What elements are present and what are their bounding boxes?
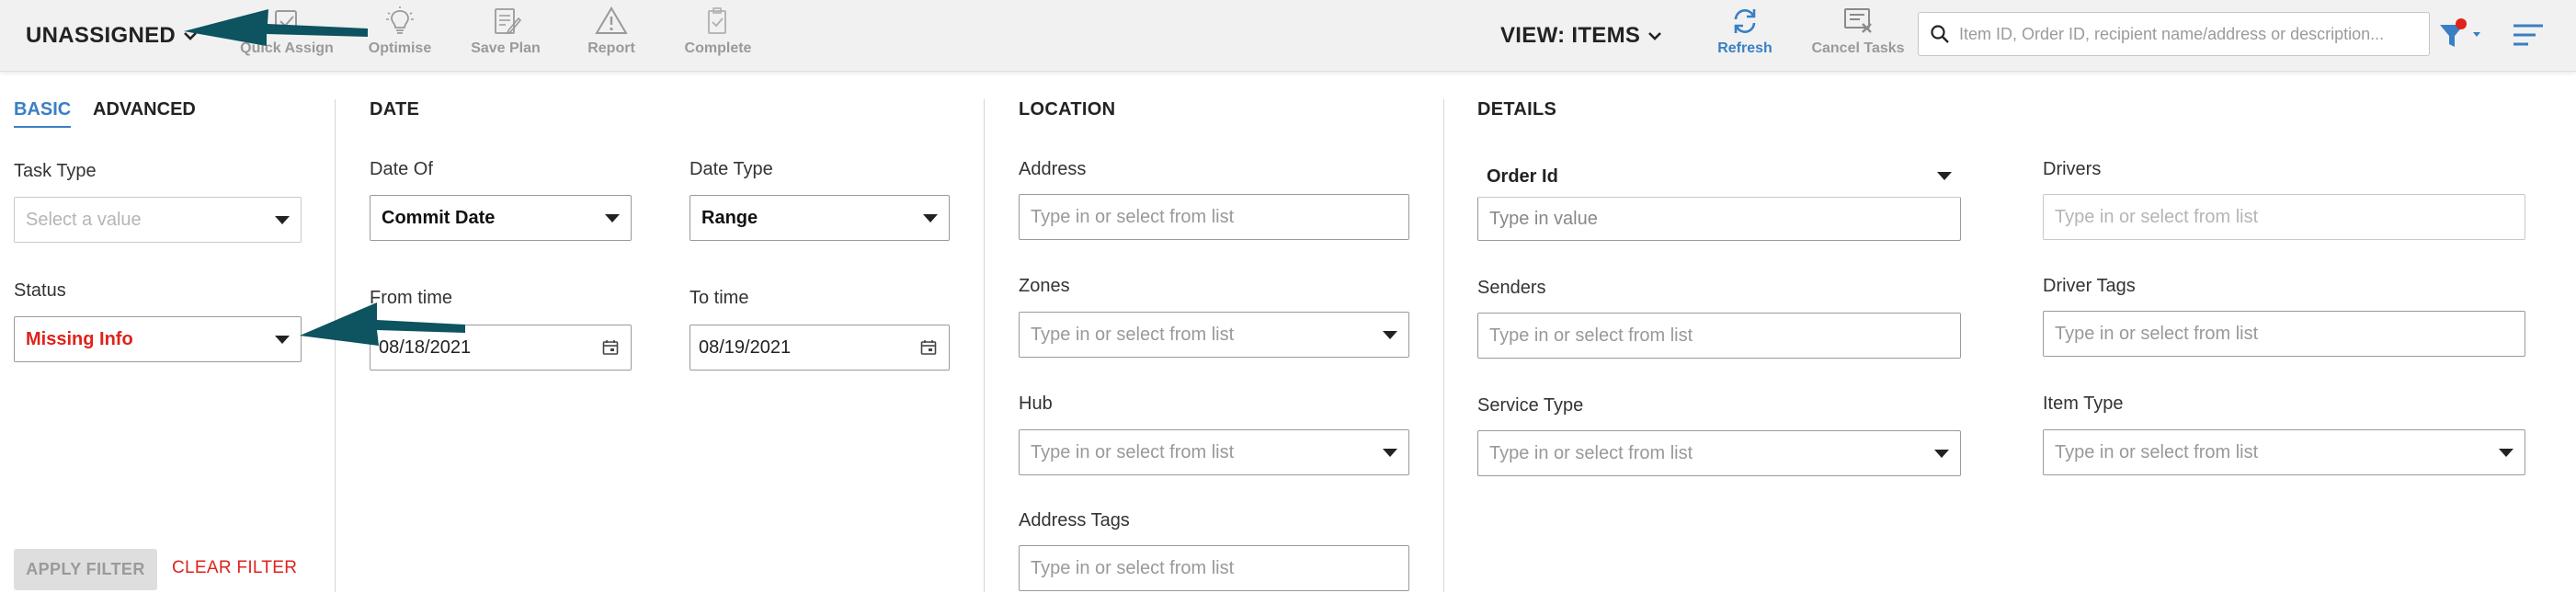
item-type-label: Item Type [2043, 394, 2124, 414]
date-type-select[interactable]: Range [690, 195, 950, 241]
item-type-select[interactable]: Type in or select from list [2043, 429, 2525, 475]
from-time-input[interactable]: 08/18/2021 [370, 325, 632, 371]
zones-placeholder: Type in or select from list [1031, 324, 1235, 345]
status-select[interactable]: Missing Info [14, 316, 302, 362]
tab-basic[interactable]: BASIC [14, 99, 72, 128]
panel-divider [984, 99, 985, 592]
hub-placeholder: Type in or select from list [1031, 441, 1235, 462]
caret-down-icon [275, 215, 290, 224]
from-time-value: 08/18/2021 [379, 337, 472, 358]
status-label: Status [14, 280, 66, 301]
task-type-label: Task Type [14, 161, 97, 181]
search-box[interactable] [1918, 12, 2430, 56]
calendar-icon [602, 340, 619, 355]
senders-placeholder: Type in or select from list [1489, 325, 1693, 346]
calendar-icon [920, 340, 937, 355]
caret-down-icon [605, 213, 620, 222]
date-type-value: Range [701, 207, 758, 228]
date-of-value: Commit Date [382, 207, 496, 228]
filter-icon [2440, 18, 2480, 47]
zones-label: Zones [1019, 276, 1070, 296]
task-type-placeholder: Select a value [26, 209, 142, 230]
driver-tags-input[interactable]: Type in or select from list [2043, 311, 2525, 357]
location-section-title: LOCATION [1019, 99, 1116, 120]
status-value: Missing Info [26, 328, 133, 349]
address-tags-input[interactable]: Type in or select from list [1019, 545, 1409, 591]
view-items-label: VIEW: ITEMS [1500, 23, 1641, 48]
address-tags-label: Address Tags [1019, 510, 1130, 530]
top-toolbar: UNASSIGNED Quick Assign Optimise Save Pl… [0, 0, 2576, 72]
address-input[interactable]: Type in or select from list [1019, 194, 1409, 240]
complete-button[interactable]: Complete [654, 6, 782, 63]
order-id-placeholder: Type in value [1489, 208, 1598, 229]
caret-down-icon [275, 335, 290, 344]
search-icon [1931, 25, 1949, 43]
clear-filter-button[interactable]: CLEAR FILTER [172, 558, 297, 578]
lightbulb-icon [386, 6, 414, 34]
from-time-label: From time [370, 288, 452, 308]
view-items-dropdown[interactable]: VIEW: ITEMS [1500, 20, 1664, 51]
service-type-placeholder: Type in or select from list [1489, 442, 1693, 463]
chevron-down-icon [1648, 32, 1662, 40]
complete-icon [708, 7, 726, 34]
date-section-title: DATE [370, 99, 420, 120]
service-type-select[interactable]: Type in or select from list [1477, 430, 1961, 476]
apply-filter-button[interactable]: APPLY FILTER [14, 549, 157, 590]
senders-label: Senders [1477, 278, 1546, 298]
caret-down-icon [1934, 449, 1949, 458]
details-section-title: DETAILS [1477, 99, 1557, 120]
item-type-placeholder: Type in or select from list [2055, 441, 2259, 462]
panel-divider [1443, 99, 1444, 592]
address-label: Address [1019, 159, 1087, 179]
assignment-view-label: UNASSIGNED [26, 23, 177, 48]
driver-tags-label: Driver Tags [2043, 276, 2136, 296]
search-input[interactable] [1959, 24, 2419, 44]
refresh-button[interactable]: Refresh [1681, 6, 1809, 63]
address-placeholder: Type in or select from list [1031, 206, 1235, 227]
senders-input[interactable]: Type in or select from list [1477, 313, 1961, 359]
to-time-label: To time [690, 288, 749, 308]
tab-advanced[interactable]: ADVANCED [93, 99, 196, 126]
complete-label: Complete [684, 40, 752, 56]
order-id-input[interactable]: Type in value [1477, 197, 1961, 241]
save-plan-icon [495, 8, 522, 35]
drivers-input[interactable]: Type in or select from list [2043, 194, 2525, 240]
caret-down-icon [1383, 448, 1397, 457]
quick-assign-icon [275, 10, 297, 32]
cancel-tasks-button[interactable]: Cancel Tasks [1794, 6, 1922, 63]
task-type-select[interactable]: Select a value [14, 197, 302, 243]
driver-tags-placeholder: Type in or select from list [2055, 323, 2259, 344]
service-type-label: Service Type [1477, 395, 1584, 416]
hub-label: Hub [1019, 394, 1053, 414]
date-type-label: Date Type [690, 159, 773, 179]
panel-divider [335, 99, 336, 592]
filter-dropdown-button[interactable] [2436, 17, 2493, 53]
to-time-value: 08/19/2021 [699, 337, 792, 358]
hub-select[interactable]: Type in or select from list [1019, 429, 1409, 475]
order-id-selector[interactable]: Order Id [1487, 166, 1558, 188]
caret-down-icon [923, 213, 938, 222]
caret-down-icon [2499, 448, 2513, 457]
address-tags-placeholder: Type in or select from list [1031, 557, 1235, 578]
to-time-input[interactable]: 08/19/2021 [690, 325, 950, 371]
drivers-label: Drivers [2043, 159, 2102, 179]
cancel-tasks-label: Cancel Tasks [1811, 40, 1905, 56]
chevron-down-icon [184, 32, 197, 40]
sort-menu-button[interactable] [2510, 20, 2547, 51]
caret-down-icon [1383, 330, 1397, 339]
drivers-placeholder: Type in or select from list [2055, 206, 2259, 227]
quick-assign-label: Quick Assign [240, 40, 334, 56]
sort-lines-icon [2513, 24, 2543, 46]
warning-icon [595, 6, 628, 34]
date-of-select[interactable]: Commit Date [370, 195, 632, 241]
refresh-label: Refresh [1717, 40, 1772, 56]
caret-down-icon[interactable] [1937, 172, 1952, 180]
quick-assign-button[interactable]: Quick Assign [222, 6, 351, 63]
date-of-label: Date Of [370, 159, 433, 179]
refresh-icon [1734, 9, 1756, 33]
zones-select[interactable]: Type in or select from list [1019, 312, 1409, 358]
assignment-view-dropdown[interactable]: UNASSIGNED [26, 20, 199, 51]
cancel-tasks-icon [1844, 8, 1872, 33]
